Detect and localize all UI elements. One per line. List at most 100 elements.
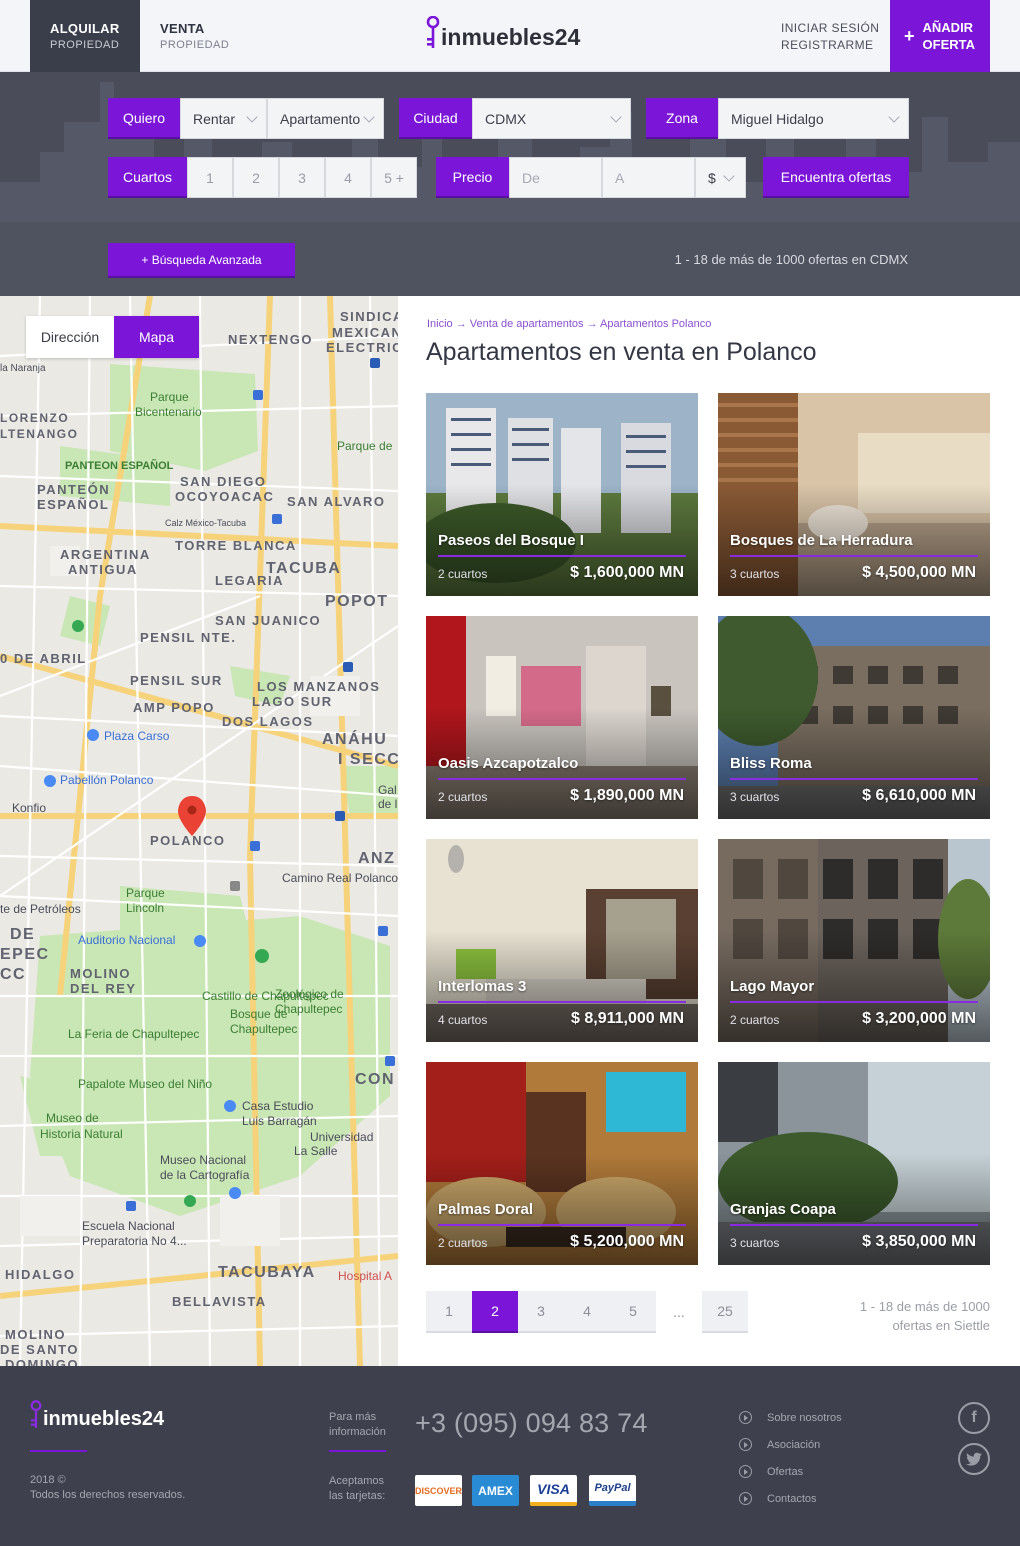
logo-text: inmuebles24 [441,24,581,50]
footer-logo-text: inmuebles24 [43,1408,165,1430]
quiero-label: Quiero [108,98,180,139]
listing-divider [730,1001,978,1003]
svg-text:ARGENTINA: ARGENTINA [60,547,151,562]
advanced-search-button[interactable]: + Búsqueda Avanzada [108,243,295,278]
footer-divider [30,1450,87,1452]
svg-text:POLANCO: POLANCO [150,833,226,848]
page-button-25[interactable]: 25 [702,1291,748,1333]
listing-divider [730,778,978,780]
svg-text:DOS LAGOS: DOS LAGOS [222,714,314,729]
svg-text:DOMINGO: DOMINGO [5,1357,79,1366]
listing-price: $ 3,200,000 MN [862,1010,976,1027]
page-button-2-current[interactable]: 2 [472,1291,518,1333]
svg-text:CON: CON [355,1071,395,1088]
listing-price: $ 5,200,000 MN [570,1233,684,1250]
login-link[interactable]: INICIAR SESIÓN [781,20,879,37]
svg-text:LORENZO: LORENZO [0,411,69,425]
svg-text:LTENANGO: LTENANGO [0,427,78,441]
results-line-2: ofertas en Siettle [892,1318,990,1333]
register-link[interactable]: REGISTRARME [781,37,879,54]
listing-divider [438,1224,686,1226]
breadcrumb[interactable]: Inicio → Venta de apartamentos → Apartam… [427,318,711,330]
listing-rooms: 3 cuartos [730,567,780,581]
listing-card[interactable]: Interlomas 3 4 cuartos $ 8,911,000 MN [426,839,698,1042]
page-button-4[interactable]: 4 [564,1291,610,1333]
price-from-input[interactable]: De [509,157,602,198]
svg-text:NEXTENGO: NEXTENGO [228,332,313,347]
play-circle-icon [739,1465,752,1478]
find-offers-button[interactable]: Encuentra ofertas [763,157,909,198]
city-value: CDMX [485,110,527,127]
svg-text:PENSIL NTE.: PENSIL NTE. [140,630,236,645]
cards-line-1: Aceptamos [329,1475,385,1487]
listing-card[interactable]: Bosques de La Herradura 3 cuartos $ 4,50… [718,393,990,596]
property-type-select[interactable]: Apartamento [267,98,384,139]
footer-link-association[interactable]: Asociación [739,1438,820,1451]
add-offer-line2: OFERTA [922,37,975,52]
listing-card[interactable]: Paseos del Bosque I 2 cuartos $ 1,600,00… [426,393,698,596]
svg-text:BELLAVISTA: BELLAVISTA [172,1294,267,1309]
phone-number[interactable]: +3 (095) 094 83 74 [415,1408,648,1439]
map-canvas[interactable]: SINDICAMEXICANELECTRIC NEXTENGO LORENZO L… [0,296,398,1366]
rooms-option-3[interactable]: 3 [279,157,325,198]
zone-select[interactable]: Miguel Hidalgo [718,98,909,139]
tab-alquilar-sub: PROPIEDAD [50,39,120,51]
tab-direccion[interactable]: Dirección [26,316,114,358]
listing-rooms: 3 cuartos [730,1236,780,1250]
svg-text:Universidad: Universidad [310,1130,373,1144]
listing-rooms: 2 cuartos [730,1013,780,1027]
listings-panel: Inicio → Venta de apartamentos → Apartam… [398,296,1020,1366]
listing-card[interactable]: Granjas Coapa 3 cuartos $ 3,850,000 MN [718,1062,990,1265]
svg-text:La Salle: La Salle [294,1144,338,1158]
svg-text:LAGO SUR: LAGO SUR [252,694,333,709]
add-offer-button[interactable]: + AÑADIR OFERTA [890,0,990,72]
rooms-option-5plus[interactable]: 5 + [371,157,417,198]
listing-card[interactable]: Bliss Roma 3 cuartos $ 6,610,000 MN [718,616,990,819]
listing-name: Palmas Doral [438,1201,534,1218]
play-circle-icon [739,1438,752,1451]
svg-text:Luis Barragán: Luis Barragán [242,1114,317,1128]
listing-divider [438,555,686,557]
rooms-option-1[interactable]: 1 [187,157,233,198]
listing-card[interactable]: Lago Mayor 2 cuartos $ 3,200,000 MN [718,839,990,1042]
tab-mapa[interactable]: Mapa [114,316,199,358]
facebook-icon[interactable]: f [958,1402,990,1434]
svg-text:MEXICAN: MEXICAN [332,325,398,340]
tab-alquilar[interactable]: ALQUILAR PROPIEDAD [30,0,140,79]
svg-text:Preparatoria No 4...: Preparatoria No 4... [82,1234,187,1248]
currency-select[interactable]: $ [695,157,746,198]
listing-price: $ 3,850,000 MN [862,1233,976,1250]
price-to-input[interactable]: A [602,157,695,198]
footer-logo[interactable]: inmuebles24 [30,1400,164,1430]
svg-text:Camino Real Polanco: Camino Real Polanco [282,871,398,885]
tab-venta[interactable]: VENTA PROPIEDAD [140,0,250,72]
page-button-3[interactable]: 3 [518,1291,564,1333]
city-select[interactable]: CDMX [472,98,631,139]
rooms-option-4[interactable]: 4 [325,157,371,198]
svg-text:CC: CC [0,966,26,983]
listing-card[interactable]: Palmas Doral 2 cuartos $ 5,200,000 MN [426,1062,698,1265]
page-button-5[interactable]: 5 [610,1291,656,1333]
operation-select[interactable]: Rentar [180,98,267,139]
footer-link-label: Ofertas [767,1465,804,1478]
twitter-icon[interactable] [958,1443,990,1475]
listing-divider [730,555,978,557]
listing-card[interactable]: Oasis Azcapotzalco 2 cuartos $ 1,890,000… [426,616,698,819]
listing-name: Bosques de La Herradura [730,532,913,549]
svg-text:ANÁHU: ANÁHU [322,729,387,748]
property-type-value: Apartamento [280,110,361,127]
footer-link-offers[interactable]: Ofertas [739,1465,803,1478]
rooms-option-2[interactable]: 2 [233,157,279,198]
chevron-down-icon [246,111,258,123]
footer-link-about[interactable]: Sobre nosotros [739,1411,842,1424]
card-visa-icon: VISA [530,1475,577,1506]
results-count-bottom: 1 - 18 de más de 1000 ofertas en Siettle [820,1297,990,1335]
ciudad-label: Ciudad [399,98,472,139]
logo[interactable]: inmuebles24 [426,16,580,50]
map-panel[interactable]: SINDICA MEXICAN ELECTRIC NEXTENGO LORENZO L… [0,296,398,1366]
listing-divider [438,778,686,780]
svg-text:Plaza Carso: Plaza Carso [104,729,170,743]
chevron-down-icon [723,170,735,182]
page-button-1[interactable]: 1 [426,1291,472,1333]
footer-link-contacts[interactable]: Contactos [739,1492,817,1505]
